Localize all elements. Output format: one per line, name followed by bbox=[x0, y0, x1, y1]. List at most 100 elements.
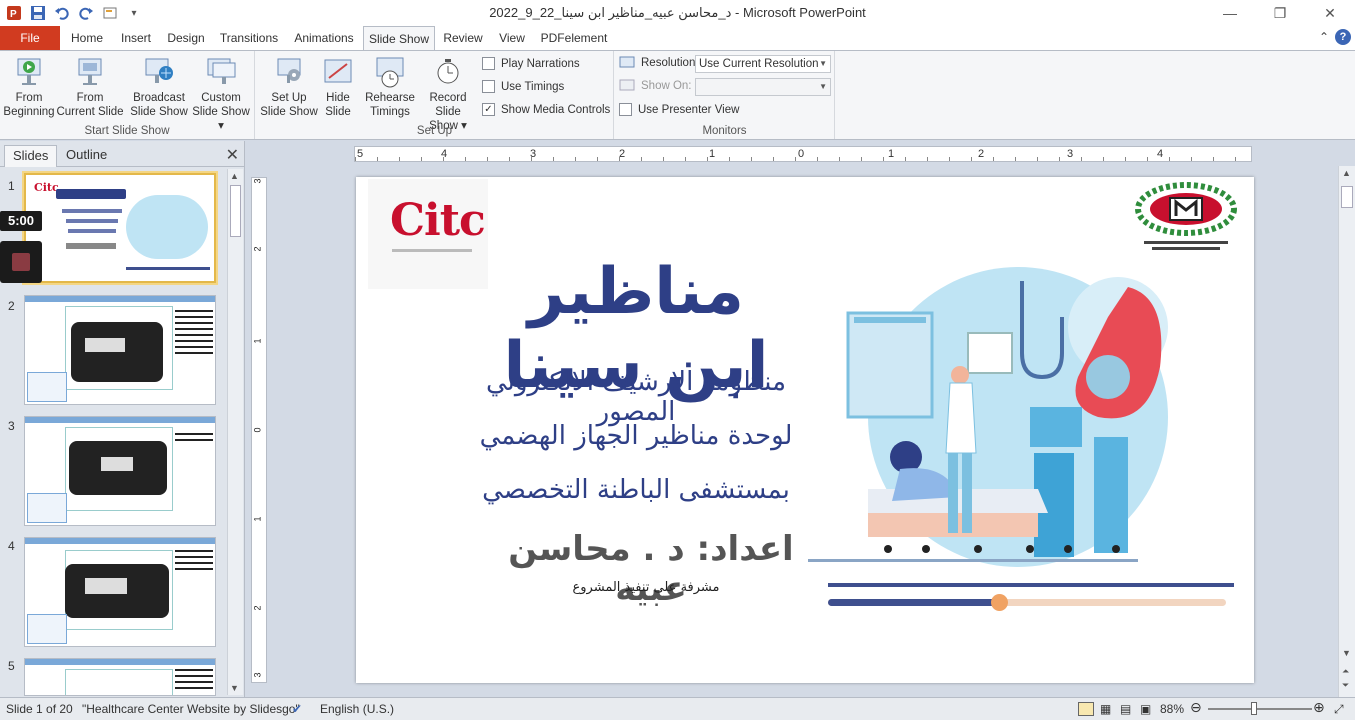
resolution-icon bbox=[619, 56, 635, 68]
scroll-thumb[interactable] bbox=[1341, 186, 1353, 208]
previous-slide-icon[interactable]: ⏶ bbox=[1342, 666, 1349, 677]
tab-view[interactable]: View bbox=[494, 26, 530, 50]
group-set-up: Set Up Slide Show Hide Slide Rehearse Ti… bbox=[256, 51, 614, 139]
tab-file[interactable]: File bbox=[0, 26, 60, 50]
record-slide-show-icon bbox=[437, 59, 459, 84]
scroll-up-icon[interactable]: ▲ bbox=[230, 171, 239, 181]
tab-animations[interactable]: Animations bbox=[290, 26, 358, 50]
from-beginning-icon bbox=[17, 58, 41, 85]
scroll-down-icon[interactable]: ▼ bbox=[230, 683, 239, 693]
slide-author[interactable]: اعداد: د . محاسن عبيه bbox=[506, 529, 796, 609]
scroll-thumb[interactable] bbox=[230, 185, 241, 237]
group-label-setup: Set Up bbox=[416, 125, 453, 137]
tab-review[interactable]: Review bbox=[440, 26, 486, 50]
from-current-slide-button[interactable]: From Current Slide bbox=[56, 55, 124, 119]
slide-subtitle-line-2[interactable]: لوحدة مناظير الجهاز الهضمي bbox=[466, 421, 806, 451]
slide-thumbnail-4[interactable] bbox=[24, 537, 216, 647]
citc-logo-text: Citc bbox=[390, 195, 486, 246]
scroll-up-icon[interactable]: ▲ bbox=[1342, 168, 1351, 178]
help-icon[interactable]: ? bbox=[1335, 29, 1351, 45]
close-icon[interactable]: ✕ bbox=[1305, 0, 1355, 26]
fit-to-window-icon[interactable]: ⤢ bbox=[1334, 702, 1344, 717]
slide-thumbnail-2[interactable] bbox=[24, 295, 216, 405]
custom-slide-show-button[interactable]: Custom Slide Show ▾ bbox=[188, 55, 254, 133]
tab-slides[interactable]: Slides bbox=[4, 145, 58, 167]
slide-number: 3 bbox=[8, 419, 15, 433]
thumb-illustration bbox=[126, 195, 208, 259]
record-slide-show-button[interactable]: Record Slide Show ▾ bbox=[416, 55, 480, 133]
minimize-icon[interactable]: — bbox=[1205, 0, 1255, 26]
group-label-start: Start Slide Show bbox=[84, 125, 170, 137]
editor-scrollbar[interactable]: ▲ ▼ ⏶ ⏷ bbox=[1338, 166, 1355, 697]
thumb-logo: Citc bbox=[34, 181, 59, 194]
group-monitors: Resolution: Use Current Resolution ▼ Show… bbox=[615, 51, 835, 139]
stop-recording-button[interactable] bbox=[0, 241, 42, 283]
collapse-ribbon-icon[interactable]: ⌃ bbox=[1319, 30, 1329, 44]
media-progress-knob[interactable] bbox=[991, 594, 1009, 611]
slide-thumbnail-3[interactable] bbox=[24, 416, 216, 526]
zoom-out-icon[interactable]: ⊖ bbox=[1190, 699, 1202, 716]
zoom-slider[interactable] bbox=[1208, 702, 1312, 715]
thumb-title-block bbox=[56, 189, 126, 199]
from-beginning-button[interactable]: From Beginning bbox=[2, 55, 56, 119]
slide-supervisor[interactable]: مشرفة على تنفيذ المشروع bbox=[526, 580, 766, 595]
slide-show-view-icon[interactable]: ▣ bbox=[1140, 702, 1151, 716]
tab-home[interactable]: Home bbox=[66, 26, 108, 50]
title-bar: P ▾ 2022_9_22_د_محاسن عبيه_مناظير ابن سي… bbox=[0, 0, 1355, 26]
show-on-dropdown[interactable]: ▼ bbox=[695, 78, 831, 96]
zoom-in-icon[interactable]: ⊕ bbox=[1313, 699, 1325, 716]
broadcast-icon bbox=[145, 58, 173, 83]
show-media-controls-box[interactable]: ✓ bbox=[482, 103, 495, 116]
slide-subtitle-line-3[interactable]: بمستشفى الباطنة التخصصي bbox=[466, 475, 806, 505]
zoom-slider-thumb[interactable] bbox=[1250, 702, 1257, 715]
zoom-level[interactable]: 88% bbox=[1160, 702, 1184, 716]
tab-outline[interactable]: Outline bbox=[58, 145, 115, 167]
slides-pane-scrollbar[interactable]: ▲ ▼ bbox=[227, 169, 243, 695]
window-title: 2022_9_22_د_محاسن عبيه_مناظير ابن سينا -… bbox=[489, 5, 866, 20]
tab-transitions[interactable]: Transitions bbox=[216, 26, 282, 50]
slide-canvas[interactable]: Citc مناظير ابن سينا منظومة الارشيف الال… bbox=[356, 177, 1254, 683]
slide-sorter-icon[interactable]: ▦ bbox=[1100, 702, 1111, 716]
close-pane-icon[interactable]: ✕ bbox=[226, 145, 239, 165]
normal-view-icon[interactable] bbox=[1078, 702, 1094, 716]
tab-slide-show[interactable]: Slide Show bbox=[363, 26, 435, 51]
reading-view-icon[interactable]: ▤ bbox=[1120, 702, 1131, 716]
window-controls: — ❐ ✕ bbox=[1205, 0, 1355, 26]
custom-slide-show-icon bbox=[207, 58, 236, 84]
tab-design[interactable]: Design bbox=[164, 26, 208, 50]
dropdown-arrow-icon: ▼ bbox=[819, 82, 827, 91]
set-up-slide-show-button[interactable]: Set Up Slide Show bbox=[260, 55, 318, 119]
slide-thumbnail-5[interactable] bbox=[24, 658, 216, 696]
slide-thumbnail-1[interactable]: Citc bbox=[24, 173, 216, 283]
next-slide-icon[interactable]: ⏷ bbox=[1342, 680, 1349, 691]
restore-icon[interactable]: ❐ bbox=[1255, 0, 1305, 26]
tab-insert[interactable]: Insert bbox=[114, 26, 158, 50]
use-timings-box[interactable] bbox=[482, 80, 495, 93]
language-indicator[interactable]: English (U.S.) bbox=[320, 702, 394, 716]
media-progress-fill bbox=[828, 599, 1000, 606]
set-up-icon bbox=[277, 58, 301, 83]
slide-subtitle-line-1[interactable]: منظومة الارشيف الالكتروني المصور bbox=[466, 367, 806, 427]
resolution-dropdown[interactable]: Use Current Resolution ▼ bbox=[695, 55, 831, 73]
slide-number: 4 bbox=[8, 539, 15, 553]
status-bar: Slide 1 of 20 "Healthcare Center Website… bbox=[0, 697, 1355, 720]
use-presenter-view-checkbox[interactable]: Use Presenter View bbox=[619, 103, 739, 116]
theme-name[interactable]: "Healthcare Center Website by Slidesgo" bbox=[82, 702, 300, 716]
play-narrations-checkbox[interactable]: Play Narrations bbox=[482, 57, 580, 70]
media-progress-bar[interactable] bbox=[828, 594, 1226, 611]
slides-pane-tabs: Slides Outline ✕ bbox=[0, 141, 245, 167]
show-media-controls-checkbox[interactable]: ✓ Show Media Controls bbox=[482, 103, 610, 116]
tab-pdfelement[interactable]: PDFelement bbox=[538, 26, 610, 50]
rehearse-timings-button[interactable]: Rehearse Timings bbox=[364, 55, 416, 119]
presenter-view-box[interactable] bbox=[619, 103, 632, 116]
spell-check-icon[interactable]: ✔ bbox=[292, 702, 302, 716]
use-timings-checkbox[interactable]: Use Timings bbox=[482, 80, 564, 93]
slide-number: 5 bbox=[8, 659, 15, 673]
horizontal-ruler: 5 4 3 2 1 0 1 2 3 4 bbox=[354, 146, 1252, 162]
play-narrations-box[interactable] bbox=[482, 57, 495, 70]
ribbon-slide-show: From Beginning From Current Slide Broadc… bbox=[0, 50, 1355, 140]
scroll-down-icon[interactable]: ▼ bbox=[1342, 648, 1351, 658]
hide-slide-button[interactable]: Hide Slide bbox=[318, 55, 358, 119]
broadcast-slide-show-button[interactable]: Broadcast Slide Show bbox=[128, 55, 190, 119]
show-on-label-row: Show On: bbox=[619, 79, 692, 93]
